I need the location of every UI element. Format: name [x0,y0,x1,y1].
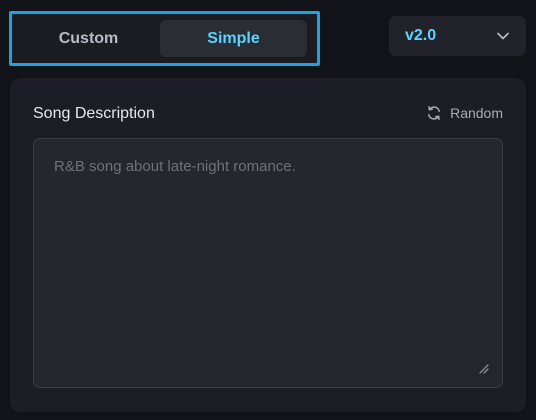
chevron-down-icon [497,32,509,40]
resize-handle-icon[interactable] [477,362,489,374]
mode-simple-button[interactable]: Simple [160,20,307,57]
description-box [33,138,503,388]
mode-toggle: Custom Simple [9,11,320,66]
random-label: Random [450,105,503,121]
random-button[interactable]: Random [426,105,503,121]
app-root: Custom Simple v2.0 Song Description Rand… [0,0,536,420]
version-label: v2.0 [405,27,437,44]
mode-custom-button[interactable]: Custom [18,20,159,57]
song-description-panel: Song Description Random [10,78,526,412]
song-description-textarea[interactable] [34,139,502,387]
refresh-icon [428,106,441,120]
panel-title: Song Description [33,105,155,122]
version-select[interactable]: v2.0 [389,16,526,56]
